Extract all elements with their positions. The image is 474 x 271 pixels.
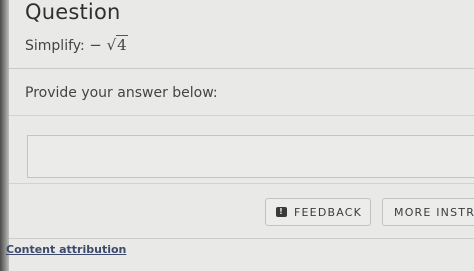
divider xyxy=(9,183,474,184)
feedback-button[interactable]: ! FEEDBACK xyxy=(265,198,371,226)
answer-input[interactable] xyxy=(27,135,474,178)
more-instruction-button[interactable]: MORE INSTRU xyxy=(382,198,474,226)
answer-label: Provide your answer below: xyxy=(25,85,218,101)
feedback-icon: ! xyxy=(276,207,287,217)
content-attribution-link[interactable]: Content attribution xyxy=(6,243,126,256)
feedback-button-label: FEEDBACK xyxy=(294,205,363,219)
prompt-label: Simplify: xyxy=(25,38,90,54)
question-prompt: Simplify: − √4 xyxy=(25,35,128,54)
divider xyxy=(9,68,474,69)
divider xyxy=(9,238,474,239)
minus-sign: − xyxy=(89,36,102,54)
divider xyxy=(9,115,474,116)
radicand: 4 xyxy=(116,35,128,54)
radical-sign: √ xyxy=(106,36,117,54)
question-panel: Question Simplify: − √4 Provide your ans… xyxy=(6,0,474,271)
more-instruction-label: MORE INSTRU xyxy=(394,205,474,219)
square-root: √4 xyxy=(106,35,128,54)
question-heading: Question xyxy=(25,0,121,24)
math-expression: − √4 xyxy=(89,35,128,54)
left-edge-shadow xyxy=(0,0,9,271)
